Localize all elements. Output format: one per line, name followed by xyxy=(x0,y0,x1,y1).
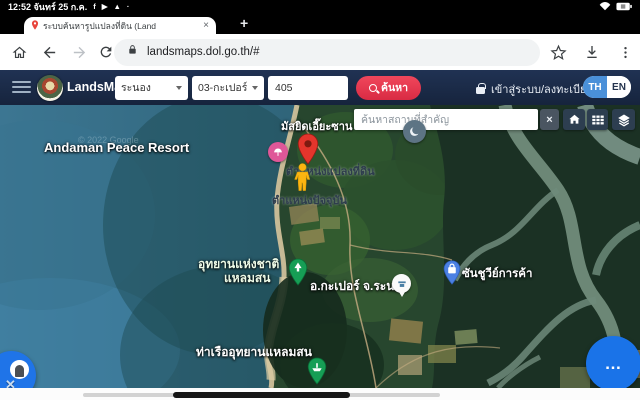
map-search-input[interactable] xyxy=(354,109,538,130)
scrollbar-thumb[interactable] xyxy=(173,392,350,398)
pier-pin[interactable] xyxy=(307,357,327,388)
vpn-notification-icon: ▲ xyxy=(113,3,120,11)
status-bar: 12:52 จันทร์ 25 ก.ค. f ▶ ▲ · xyxy=(0,0,640,14)
shop-pin[interactable] xyxy=(443,259,461,291)
search-icon xyxy=(369,84,377,92)
bottom-bar xyxy=(0,388,640,400)
menu-kebab-icon[interactable] xyxy=(616,43,634,61)
province-select[interactable]: ระนอง xyxy=(115,76,188,100)
search-button[interactable]: ค้นหา xyxy=(356,76,421,100)
url-bar[interactable]: landsmaps.dol.go.th/# xyxy=(114,39,540,66)
map-label-shop: ซันชูวีย์การค้า xyxy=(462,265,532,283)
grid-icon xyxy=(591,114,605,126)
login-link[interactable]: เข้าสู่ระบบ/ลงทะเบียน xyxy=(476,80,594,98)
hamburger-menu-icon[interactable] xyxy=(12,81,31,96)
dot-notification-icon: · xyxy=(127,3,130,11)
resort-poi-icon[interactable] xyxy=(268,142,288,162)
play-notification-icon: ▶ xyxy=(102,3,108,11)
map-container: © 2022 Google × มัสยิดเอี๊ยะซาน Andaman … xyxy=(0,105,640,388)
chevron-down-icon xyxy=(176,86,182,90)
pegman-streetview-icon[interactable] xyxy=(294,163,311,196)
map-label-resort: Andaman Peace Resort xyxy=(44,140,189,155)
map-home-button[interactable] xyxy=(563,109,585,130)
browser-tab[interactable]: ระบบค้นหารูปแปลงที่ดิน (Land × xyxy=(24,17,216,34)
home-icon[interactable] xyxy=(10,43,28,61)
map-layers-button[interactable] xyxy=(612,109,635,130)
tab-close-button[interactable]: × xyxy=(203,21,209,31)
back-icon[interactable] xyxy=(40,43,58,61)
chevron-down-icon xyxy=(252,86,258,90)
lock-icon xyxy=(127,43,138,61)
facebook-notification-icon: f xyxy=(93,3,96,11)
map-grid-button[interactable] xyxy=(587,109,608,130)
map-search-clear-button[interactable]: × xyxy=(540,109,559,130)
url-text: landsmaps.dol.go.th/# xyxy=(147,46,260,58)
language-toggle: TH EN xyxy=(583,76,631,98)
lang-en-button[interactable]: EN xyxy=(607,76,631,98)
home-icon xyxy=(567,112,582,127)
tab-strip: ระบบค้นหารูปแปลงที่ดิน (Land × + xyxy=(0,14,640,34)
forward-icon[interactable] xyxy=(70,43,88,61)
tab-pin-icon xyxy=(31,17,39,35)
reload-icon[interactable] xyxy=(97,43,115,61)
amphoe-select[interactable]: 03-กะเปอร์ xyxy=(192,76,264,100)
screen: 12:52 จันทร์ 25 ก.ค. f ▶ ▲ · ระบบค้นหารู… xyxy=(0,0,640,400)
mosque-poi-icon[interactable] xyxy=(403,120,426,143)
lang-th-button[interactable]: TH xyxy=(583,76,607,98)
browser-toolbar: landsmaps.dol.go.th/# xyxy=(0,34,640,70)
district-poi-icon[interactable] xyxy=(392,274,411,293)
chat-close-icon[interactable]: ✕ xyxy=(5,377,16,388)
layers-icon xyxy=(616,112,632,128)
status-time-date: 12:52 จันทร์ 25 ก.ค. xyxy=(8,0,87,14)
dol-logo xyxy=(37,75,63,101)
map-more-fab[interactable]: … xyxy=(586,336,640,388)
bookmark-star-icon[interactable] xyxy=(549,43,567,61)
tab-title: ระบบค้นหารูปแปลงที่ดิน (Land xyxy=(43,19,199,33)
download-icon[interactable] xyxy=(583,43,601,61)
new-tab-button[interactable]: + xyxy=(240,15,248,31)
map-label-national-park-2: แหลมสน xyxy=(224,269,270,288)
map-label-pier: ท่าเรืออุทยานแหลมสน xyxy=(196,343,312,362)
landsmaps-header: LandsMaps ระนอง 03-กะเปอร์ ค้นหา เข้าสู่… xyxy=(0,70,640,105)
lock-icon xyxy=(476,87,485,94)
national-park-pin[interactable] xyxy=(288,258,308,291)
parcel-number-input[interactable] xyxy=(268,76,348,100)
